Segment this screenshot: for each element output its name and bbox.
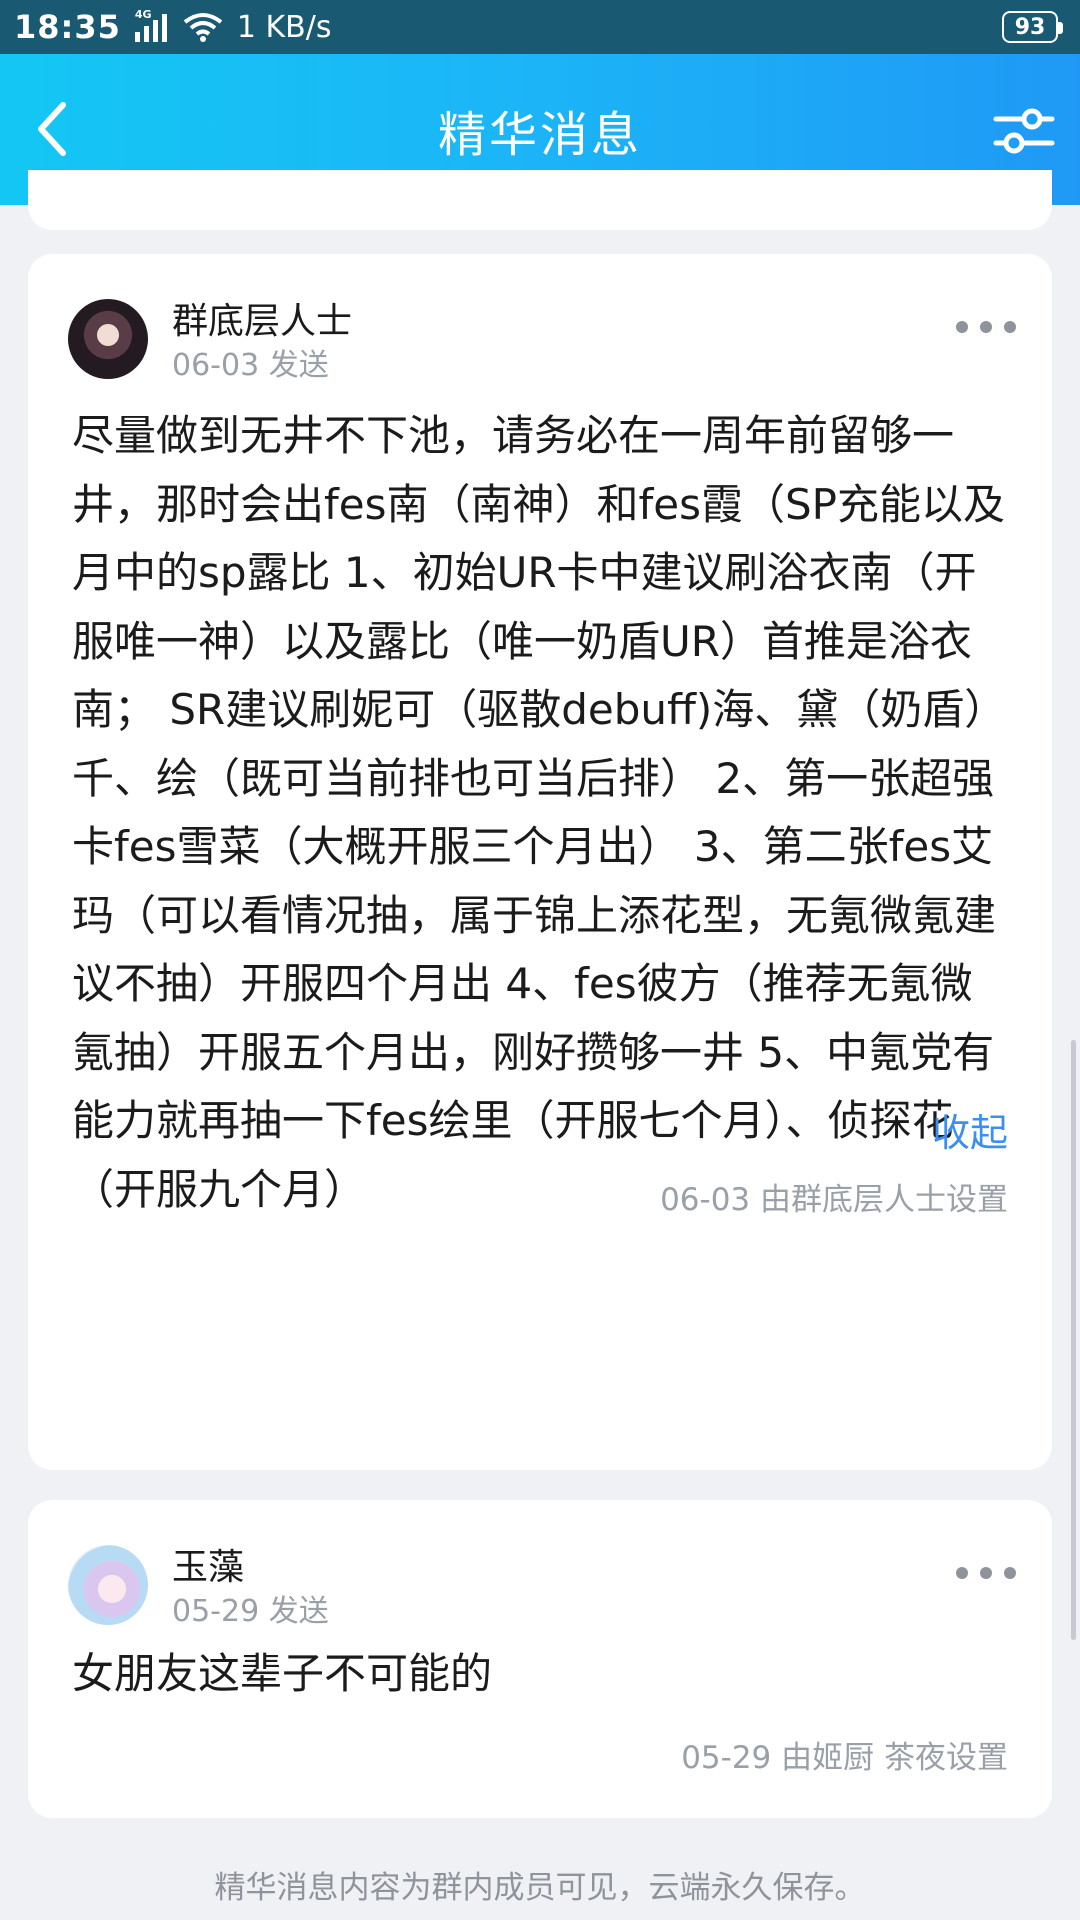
battery-indicator: 93 [1002, 11, 1063, 43]
status-time: 18:35 [14, 8, 121, 46]
more-dots-icon [956, 321, 968, 333]
post-time: 05-29 发送 [172, 1594, 329, 1629]
author-name[interactable]: 群底层人士 [172, 292, 352, 344]
footer-note: 精华消息内容为群内成员可见，云端永久保存。 [214, 1870, 866, 1906]
cellular-signal-icon: 4G [134, 8, 169, 42]
avatar[interactable] [68, 1545, 148, 1625]
status-left: 18:35 4G 1 KB/s [14, 8, 331, 46]
author-name[interactable]: 玉藻 [172, 1538, 244, 1590]
essence-message-card: 玉藻 05-29 发送 女朋友这辈子不可能的 05-29 由姬厨 茶夜设置 [28, 1500, 1052, 1818]
previous-message-card [28, 170, 1052, 230]
status-bar: 18:35 4G 1 KB/s 93 [0, 0, 1080, 54]
set-by-info: 06-03 由群底层人士设置 [660, 1182, 1008, 1218]
collapse-link[interactable]: 收起 [932, 1102, 1008, 1157]
network-speed: 1 KB/s [236, 9, 332, 45]
scrollbar[interactable] [1071, 1040, 1076, 1640]
more-dots-icon [956, 1567, 968, 1579]
wifi-icon [183, 12, 223, 42]
essence-message-card: 群底层人士 06-03 发送 尽量做到无井不下池，请务必在一周年前留够一井，那时… [28, 254, 1052, 1470]
set-by-info: 05-29 由姬厨 茶夜设置 [681, 1740, 1008, 1776]
post-time: 06-03 发送 [172, 348, 329, 383]
message-text: 尽量做到无井不下池，请务必在一周年前留够一井，那时会出fes南（南神）和fes霞… [72, 411, 1007, 1214]
avatar[interactable] [68, 299, 148, 379]
sliders-icon [993, 108, 1055, 154]
message-text: 女朋友这辈子不可能的 [72, 1649, 493, 1698]
settings-button[interactable] [992, 99, 1056, 163]
more-options-button[interactable] [956, 1558, 1016, 1588]
network-type-label: 4G [134, 8, 152, 21]
more-options-button[interactable] [956, 312, 1016, 342]
